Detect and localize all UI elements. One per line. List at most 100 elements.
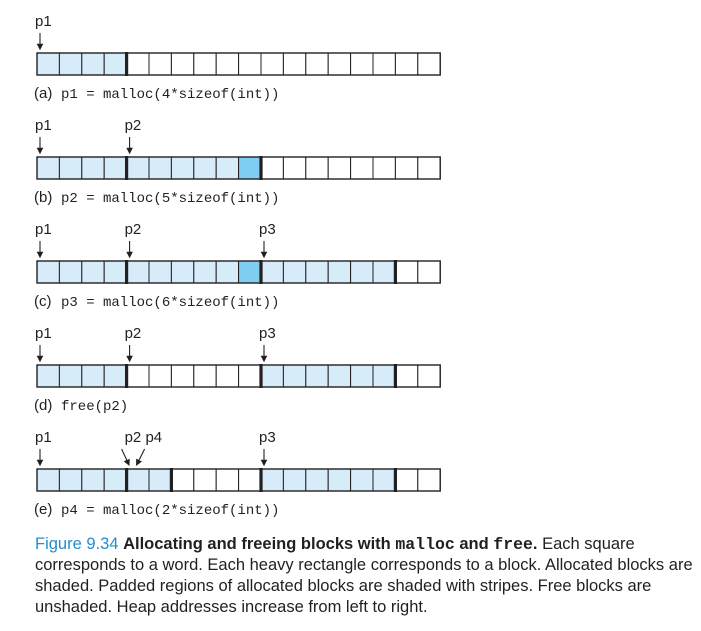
word-cell	[282, 468, 307, 492]
word-cell	[36, 260, 60, 284]
word-cell	[103, 364, 128, 388]
word-cell	[36, 156, 60, 180]
row-label: (c)	[34, 293, 52, 310]
row-label: (d)	[34, 397, 52, 414]
word-cell	[350, 260, 374, 284]
figure-number: Figure 9.34	[35, 535, 119, 553]
word-cell	[126, 156, 150, 180]
word-cell	[148, 468, 172, 492]
word-cell	[215, 364, 240, 388]
word-cell	[148, 52, 172, 76]
row-code: p3 = malloc(6*sizeof(int))	[61, 295, 279, 311]
word-cell	[372, 156, 396, 180]
word-cell	[394, 156, 419, 180]
word-cell	[305, 52, 329, 76]
word-cell	[417, 260, 441, 284]
row-code: p2 = malloc(5*sizeof(int))	[61, 191, 279, 207]
word-cell	[260, 156, 284, 180]
word-cell	[417, 364, 441, 388]
word-cell	[327, 364, 352, 388]
word-cell	[327, 156, 352, 180]
word-cell	[215, 260, 240, 284]
word-cell	[282, 364, 307, 388]
heap-diagram: p1 (a) p1 = malloc(4*sizeof(int)) p1 p2 (b) p2…	[34, 13, 441, 519]
word-cell	[58, 468, 83, 492]
word-cell	[81, 468, 105, 492]
word-cell	[148, 364, 172, 388]
figure-caption: Figure 9.34 Allocating and freeing block…	[35, 534, 695, 618]
word-cell	[350, 468, 374, 492]
word-cell	[260, 468, 284, 492]
word-cell	[260, 364, 284, 388]
heap-row-b: p1 p2 (b) p2 = malloc(5*sizeof(int))	[34, 117, 441, 207]
heap-row-a: p1 (a) p1 = malloc(4*sizeof(int))	[34, 13, 441, 103]
word-cell	[170, 468, 195, 492]
pointer-label-p2: p2	[125, 117, 142, 134]
row-label: (e)	[34, 501, 52, 518]
pointer-arrow	[136, 448, 146, 466]
word-cell	[215, 52, 240, 76]
word-cell	[193, 468, 217, 492]
word-cell	[170, 52, 195, 76]
word-cell	[327, 52, 352, 76]
word-cell	[238, 52, 262, 76]
word-cell	[417, 156, 441, 180]
word-cell	[417, 468, 441, 492]
pointer-arrow	[121, 448, 130, 466]
word-cell	[58, 260, 83, 284]
row-code: p4 = malloc(2*sizeof(int))	[61, 503, 279, 519]
word-cell	[170, 364, 195, 388]
word-cell	[372, 260, 396, 284]
word-cell	[36, 364, 60, 388]
word-cell	[58, 364, 83, 388]
row-label: (a)	[34, 85, 52, 102]
pointer-label-p1: p1	[35, 429, 52, 446]
pointer-label-p3: p3	[259, 325, 276, 342]
word-cell	[350, 364, 374, 388]
pointer-label-p3: p3	[259, 221, 276, 238]
word-cell	[260, 52, 284, 76]
word-cell	[58, 52, 83, 76]
heap-row-e: p1 p2 p4 p3 (e) p4 = malloc(2*sizeof(int))	[34, 429, 441, 519]
word-cell	[215, 156, 240, 180]
word-cell	[372, 52, 396, 76]
word-cell	[193, 364, 217, 388]
word-cell	[350, 52, 374, 76]
word-cell	[350, 156, 374, 180]
word-cell	[58, 156, 83, 180]
word-cell	[305, 364, 329, 388]
word-cell	[81, 52, 105, 76]
pointer-label-p1: p1	[35, 221, 52, 238]
word-cell	[170, 260, 195, 284]
pointer-label-p1: p1	[35, 13, 52, 30]
row-code: p1 = malloc(4*sizeof(int))	[61, 87, 279, 103]
word-cell	[148, 260, 172, 284]
pointer-label-p1: p1	[35, 325, 52, 342]
pointer-label-p2-p4: p2 p4	[125, 429, 163, 446]
word-cell	[215, 468, 240, 492]
word-cell	[417, 52, 441, 76]
word-cell	[238, 364, 262, 388]
row-code: free(p2)	[61, 399, 128, 415]
word-cell	[238, 156, 262, 180]
word-cell	[282, 52, 307, 76]
heap-row-d: p1 p2 p3 (d) free(p2)	[34, 325, 441, 415]
word-cell	[36, 52, 60, 76]
word-cell	[193, 260, 217, 284]
word-cell	[372, 364, 396, 388]
word-cell	[103, 52, 128, 76]
word-cell	[193, 52, 217, 76]
word-cell	[103, 156, 128, 180]
word-cell	[305, 156, 329, 180]
word-cell	[394, 260, 419, 284]
word-cell	[193, 156, 217, 180]
word-cell	[81, 364, 105, 388]
word-cell	[394, 364, 419, 388]
word-cell	[394, 468, 419, 492]
word-cell	[103, 260, 128, 284]
word-cell	[148, 156, 172, 180]
word-cell	[36, 468, 60, 492]
word-cell	[126, 364, 150, 388]
pointer-label-p2: p2	[125, 221, 142, 238]
pointer-label-p1: p1	[35, 117, 52, 134]
